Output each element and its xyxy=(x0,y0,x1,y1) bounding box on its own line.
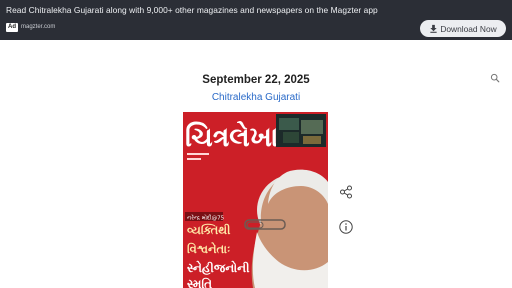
share-icon[interactable] xyxy=(338,184,354,200)
cover-story-tag: નરેન્દ્ર મોદી@75 xyxy=(187,214,225,221)
cover-artwork: ચિત્રલેખા નરેન્દ્ર મોદી@75 વ્યક્તિથી વિશ… xyxy=(183,112,328,288)
ad-banner[interactable]: Read Chitralekha Gujarati along with 9,0… xyxy=(0,0,512,40)
download-now-label: Download Now xyxy=(440,23,497,34)
cover-masthead: ચિત્રલેખા xyxy=(185,121,279,153)
ad-badge: Ad xyxy=(6,23,18,32)
magazine-name-link[interactable]: Chitralekha Gujarati xyxy=(0,92,512,103)
info-icon[interactable] xyxy=(338,219,354,235)
cover-headline-1: વ્યક્તિથી xyxy=(187,222,231,237)
download-now-button[interactable]: Download Now xyxy=(420,20,506,37)
cover-headline-2: વિશ્વનેતાઃ xyxy=(187,241,230,256)
issue-date: September 22, 2025 xyxy=(202,74,310,86)
search-icon[interactable] xyxy=(490,73,500,83)
cover-headline-3: સ્નેહીજનોની xyxy=(187,260,250,275)
ad-domain[interactable]: magzter.com xyxy=(21,24,55,30)
ad-title[interactable]: Read Chitralekha Gujarati along with 9,0… xyxy=(6,5,378,15)
magazine-cover[interactable]: ચિત્રલેખા નરેન્દ્ર મોદી@75 વ્યક્તિથી વિશ… xyxy=(183,112,328,288)
download-icon xyxy=(430,24,437,33)
cover-headline-4: સ્મૃતિ xyxy=(187,276,212,288)
